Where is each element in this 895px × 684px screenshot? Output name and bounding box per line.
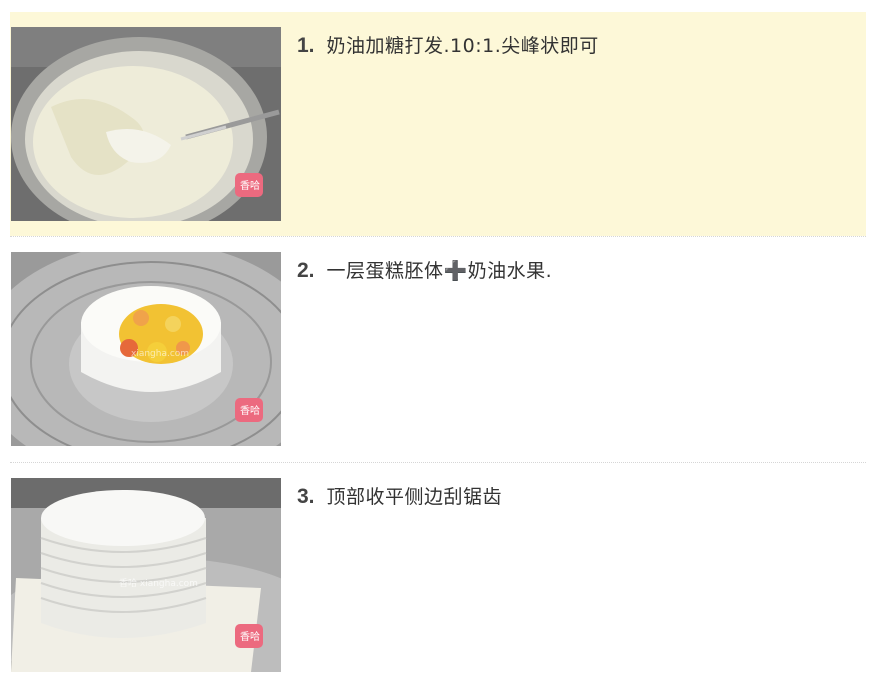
recipe-steps: 香哈 1. 奶油加糖打发.10:1.尖峰状即可 xiangha.com 香哈 2… (0, 0, 895, 684)
step-1-photo[interactable]: 香哈 (11, 27, 281, 221)
step-description: 顶部收平侧边刮锯齿 (326, 486, 503, 508)
step-item-2: xiangha.com 香哈 2. 一层蛋糕胚体➕奶油水果. (10, 237, 866, 462)
frosted-cake-image: 香哈 xiangha.com 香哈 (11, 478, 281, 672)
cake-layer-with-fruit-image: xiangha.com 香哈 (11, 252, 281, 446)
step-item-1: 香哈 1. 奶油加糖打发.10:1.尖峰状即可 (10, 12, 866, 236)
watermark-text: 香哈 xiangha.com (119, 577, 198, 589)
step-2-photo[interactable]: xiangha.com 香哈 (11, 252, 281, 446)
watermark-text: xiangha.com (131, 349, 189, 359)
step-number: 3. (297, 485, 315, 508)
step-description: 奶油加糖打发.10:1.尖峰状即可 (326, 35, 599, 57)
step-item-3: 香哈 xiangha.com 香哈 3. 顶部收平侧边刮锯齿 (10, 463, 866, 684)
brand-badge-text: 香哈 (240, 404, 260, 417)
brand-badge-text: 香哈 (240, 179, 260, 192)
step-2-text: 2. 一层蛋糕胚体➕奶油水果. (297, 257, 552, 285)
step-description: 一层蛋糕胚体➕奶油水果. (326, 260, 553, 282)
step-number: 2. (297, 259, 315, 282)
step-1-text: 1. 奶油加糖打发.10:1.尖峰状即可 (297, 32, 599, 60)
whipped-cream-bowl-image: 香哈 (11, 27, 281, 221)
step-number: 1. (297, 34, 315, 57)
step-3-photo[interactable]: 香哈 xiangha.com 香哈 (11, 478, 281, 672)
step-3-text: 3. 顶部收平侧边刮锯齿 (297, 483, 502, 511)
brand-badge-text: 香哈 (240, 630, 260, 643)
